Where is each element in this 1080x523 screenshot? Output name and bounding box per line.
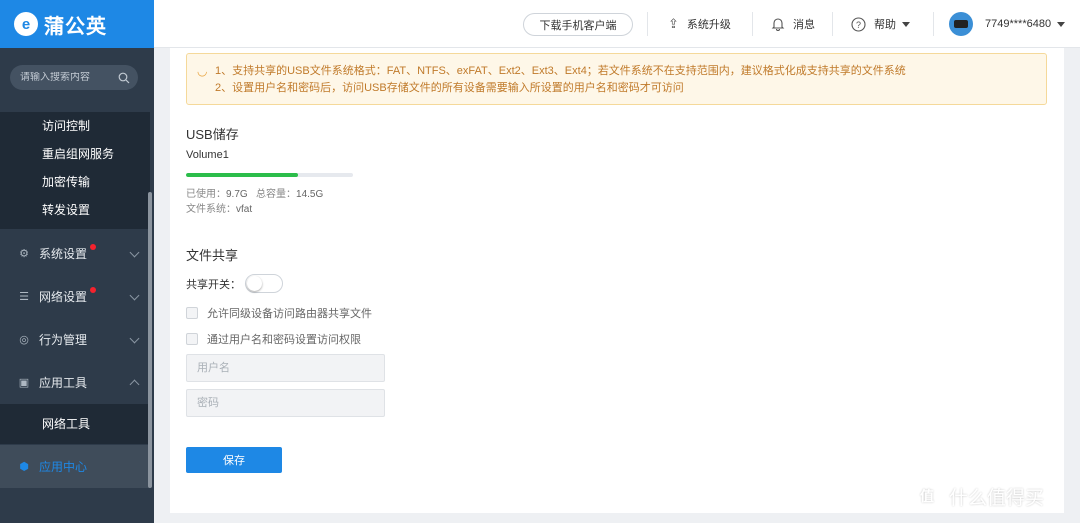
system-upgrade-button[interactable]: ⇪ 系统升级 xyxy=(668,0,731,48)
user-menu[interactable]: 7749****6480 xyxy=(949,0,1066,48)
lan-access-checkbox[interactable] xyxy=(186,307,198,319)
volume-name: Volume1 xyxy=(186,149,229,161)
sidebar-item-encrypted-transfer[interactable]: 加密传输 xyxy=(0,168,150,196)
sidebar-item-system-settings[interactable]: ⚙ 系统设置 xyxy=(0,232,150,275)
chevron-up-icon xyxy=(129,379,140,390)
share-toggle-label: 共享开关： xyxy=(186,278,241,291)
logo[interactable]: e 蒲公英 xyxy=(0,0,154,48)
password-field[interactable] xyxy=(186,389,385,417)
chevron-down-icon xyxy=(129,247,140,258)
chevron-down-icon xyxy=(129,290,140,301)
sidebar-item-access-control[interactable]: 访问控制 xyxy=(0,112,150,140)
storage-progress-fill xyxy=(186,173,298,177)
watermark: 值 什么值得买 xyxy=(913,482,1044,510)
sidebar-item-network-settings[interactable]: ☰ 网络设置 xyxy=(0,275,150,318)
content-card: ◡ 1、支持共享的USB文件系统格式：FAT、NTFS、exFAT、Ext2、E… xyxy=(170,48,1064,513)
divider xyxy=(832,12,833,36)
sidebar-item-label: 系统设置 xyxy=(39,247,88,261)
file-share-title: 文件共享 xyxy=(186,248,239,263)
usb-storage-title: USB储存 xyxy=(186,127,239,142)
logo-icon: e xyxy=(14,12,38,36)
bell-icon xyxy=(771,18,785,31)
user-id: 7749****6480 xyxy=(985,18,1052,30)
topbar: 下载手机客户端 ⇪ 系统升级 消息 ? 帮助 7749****6480 xyxy=(154,0,1080,48)
router-icon xyxy=(954,20,968,28)
eye-icon: ◎ xyxy=(19,333,29,346)
rocket-icon: ⇪ xyxy=(668,16,679,31)
sidebar-item-behavior-management[interactable]: ◎ 行为管理 xyxy=(0,318,150,361)
used-label: 已使用： xyxy=(186,189,226,200)
storage-usage: 已使用：9.7G 总容量：14.5G xyxy=(186,185,323,200)
sidebar: e 蒲公英 访问控制 重启组网服务 加密传输 转发设置 ⚙ 系统设置 ☰ 网络设… xyxy=(0,0,154,523)
help-button[interactable]: ? 帮助 xyxy=(851,0,910,48)
total-label: 总容量： xyxy=(256,189,297,200)
used-value: 9.7G xyxy=(226,189,248,200)
lan-access-label: 允许同级设备访问路由器共享文件 xyxy=(207,308,372,320)
caret-down-icon xyxy=(902,21,910,27)
watermark-logo: 值 xyxy=(913,482,941,510)
storage-progress-bar xyxy=(186,173,353,177)
sidebar-item-label: 行为管理 xyxy=(39,333,88,347)
sidebar-item-app-tools[interactable]: ▣ 应用工具 xyxy=(0,361,150,404)
avatar xyxy=(949,12,973,36)
chevron-down-icon xyxy=(129,333,140,344)
notification-dot xyxy=(90,287,96,293)
download-app-button[interactable]: 下载手机客户端 xyxy=(523,13,633,36)
sidebar-item-forwarding[interactable]: 转发设置 xyxy=(0,196,150,224)
divider xyxy=(647,12,648,36)
svg-text:?: ? xyxy=(856,20,861,30)
share-toggle[interactable] xyxy=(245,274,283,293)
help-label: 帮助 xyxy=(874,19,896,31)
auth-access-checkbox[interactable] xyxy=(186,333,198,345)
share-toggle-row: 共享开关： xyxy=(186,274,283,293)
list-icon: ☰ xyxy=(19,290,29,303)
sidebar-item-app-center[interactable]: ⬢ 应用中心 xyxy=(0,445,150,488)
sidebar-item-label: 应用工具 xyxy=(39,376,88,390)
help-icon: ? xyxy=(851,16,866,32)
search-input[interactable] xyxy=(20,72,118,83)
info-icon: ◡ xyxy=(197,64,208,78)
sidebar-item-restart-network[interactable]: 重启组网服务 xyxy=(0,140,150,168)
watermark-text: 什么值得买 xyxy=(949,487,1045,509)
divider xyxy=(752,12,753,36)
system-upgrade-label: 系统升级 xyxy=(686,19,731,31)
sidebar-scrollbar[interactable] xyxy=(148,192,152,488)
sidebar-item-label: 应用中心 xyxy=(39,460,88,474)
messages-label: 消息 xyxy=(793,19,815,31)
caret-down-icon xyxy=(1057,21,1066,27)
save-button[interactable]: 保存 xyxy=(186,447,282,473)
auth-access-label: 通过用户名和密码设置访问权限 xyxy=(207,334,361,346)
username-field[interactable] xyxy=(186,354,385,382)
messages-button[interactable]: 消息 xyxy=(771,0,815,48)
file-system-info: 文件系统：vfat xyxy=(186,200,252,215)
notice-box: ◡ 1、支持共享的USB文件系统格式：FAT、NTFS、exFAT、Ext2、E… xyxy=(186,53,1047,105)
submenu-tools: 网络工具 xyxy=(0,404,150,444)
notification-dot xyxy=(90,244,96,250)
submenu-security: 访问控制 重启组网服务 加密传输 转发设置 xyxy=(0,112,150,229)
divider xyxy=(933,12,934,36)
fs-label: 文件系统： xyxy=(186,204,236,215)
sidebar-item-label: 网络设置 xyxy=(39,290,88,304)
gear-icon: ⚙ xyxy=(19,247,29,260)
sidebar-search xyxy=(10,65,138,90)
notice-line-2: 2、设置用户名和密码后，访问USB存储文件的所有设备需要输入所设置的用户名和密码… xyxy=(215,82,684,94)
total-value: 14.5G xyxy=(296,189,324,200)
cube-icon: ⬢ xyxy=(19,460,29,473)
option-lan-access[interactable]: 允许同级设备访问路由器共享文件 xyxy=(186,305,372,321)
option-auth-access[interactable]: 通过用户名和密码设置访问权限 xyxy=(186,331,361,347)
fs-value: vfat xyxy=(236,204,253,215)
sidebar-item-network-tools[interactable]: 网络工具 xyxy=(0,404,150,444)
notice-line-1: 1、支持共享的USB文件系统格式：FAT、NTFS、exFAT、Ext2、Ext… xyxy=(215,65,906,77)
toggle-knob xyxy=(247,276,262,291)
briefcase-icon: ▣ xyxy=(18,376,30,389)
search-icon[interactable] xyxy=(118,72,130,84)
app-name: 蒲公英 xyxy=(44,15,107,38)
